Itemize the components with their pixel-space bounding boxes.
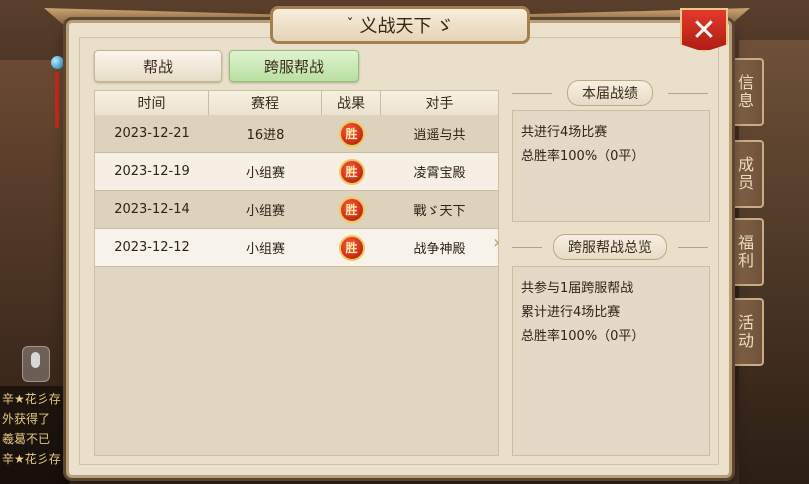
tab-guild-war[interactable]: 帮战 [94, 50, 222, 82]
row-stage: 小组赛 [245, 242, 285, 257]
jade-charm-icon [50, 38, 66, 128]
current-season-title: 本届战绩 [567, 80, 653, 106]
chevron-right-icon: › [493, 232, 501, 253]
close-icon: ✕ [691, 12, 717, 48]
win-badge-icon: 胜 [338, 120, 365, 147]
overview-line: 共参与1届跨服帮战 [521, 281, 634, 296]
row-date: 2023-12-14 [114, 202, 190, 217]
close-button[interactable]: ✕ [680, 8, 728, 52]
row-result-cell: 胜 [322, 115, 381, 152]
window-title: 义战天下 [359, 16, 432, 37]
divider [512, 93, 552, 94]
win-badge-icon: 胜 [338, 196, 365, 223]
table-row[interactable]: 2023-12-19 小组赛 胜 凌霄宝殿 [95, 153, 498, 191]
table-row[interactable]: 2023-12-12 小组赛 胜 战争神殿 [95, 229, 498, 267]
current-season-line: 共进行4场比赛 [521, 125, 608, 140]
row-stage: 小组赛 [245, 166, 285, 181]
table-header: 时间 赛程 战果 对手 [95, 91, 498, 116]
row-opponent: 凌霄宝殿 [413, 166, 466, 181]
row-result-cell: 胜 [322, 153, 381, 190]
header-stage: 赛程 [209, 91, 322, 115]
overview-box: 共参与1届跨服帮战 累计进行4场比赛 总胜率100%（0平） [512, 266, 710, 456]
row-opponent: 戰ゞ天下 [413, 204, 466, 219]
chat-line: 辛★花彡存 [2, 452, 61, 466]
row-result-cell: 胜 [322, 191, 381, 228]
chat-line: 羲葛不已 [2, 432, 51, 446]
row-opponent: 逍遥与共 [413, 128, 466, 143]
table-row[interactable]: 2023-12-21 16进8 胜 逍遥与共 [95, 115, 498, 153]
title-decor-right: ゞ [435, 16, 454, 37]
win-badge-icon: 胜 [338, 234, 365, 261]
divider [678, 247, 708, 248]
overview-line: 总胜率100%（0平） [521, 329, 645, 344]
match-history-table: 时间 赛程 战果 对手 2023-12-21 16进8 胜 逍遥与共 2023-… [94, 90, 499, 456]
row-stage: 小组赛 [245, 204, 285, 219]
row-stage: 16进8 [246, 128, 285, 143]
header-time: 时间 [95, 91, 209, 115]
row-opponent: 战争神殿 [413, 242, 466, 257]
overview-title: 跨服帮战总览 [553, 234, 667, 260]
current-season-line: 总胜率100%（0平） [521, 149, 645, 164]
overview-header: 跨服帮战总览 [512, 234, 708, 260]
header-result: 战果 [322, 91, 381, 115]
row-result-cell: 胜 [322, 229, 381, 266]
row-date: 2023-12-21 [114, 126, 190, 141]
header-opponent: 对手 [425, 96, 454, 112]
title-decor-left: ˇ [346, 17, 354, 33]
row-date: 2023-12-12 [114, 240, 190, 255]
divider [668, 93, 708, 94]
tab-cross-server-guild-war[interactable]: 跨服帮战 [229, 50, 359, 82]
microphone-icon[interactable] [22, 346, 50, 382]
current-season-box: 共进行4场比赛 总胜率100%（0平） [512, 110, 710, 222]
table-row[interactable]: 2023-12-14 小组赛 胜 戰ゞ天下 [95, 191, 498, 229]
row-date: 2023-12-19 [114, 164, 190, 179]
chat-line: 外获得了 [2, 412, 51, 426]
overview-line: 累计进行4场比赛 [521, 305, 621, 320]
divider [512, 247, 542, 248]
win-badge-icon: 胜 [338, 158, 365, 185]
chat-strip[interactable]: 辛★花彡存 外获得了 羲葛不已 辛★花彡存 [0, 386, 70, 484]
window-title-bar: ˇ 义战天下 ゞ [270, 6, 530, 44]
current-season-header: 本届战绩 [512, 80, 708, 106]
chat-line: 辛★花彡存 [2, 392, 61, 406]
